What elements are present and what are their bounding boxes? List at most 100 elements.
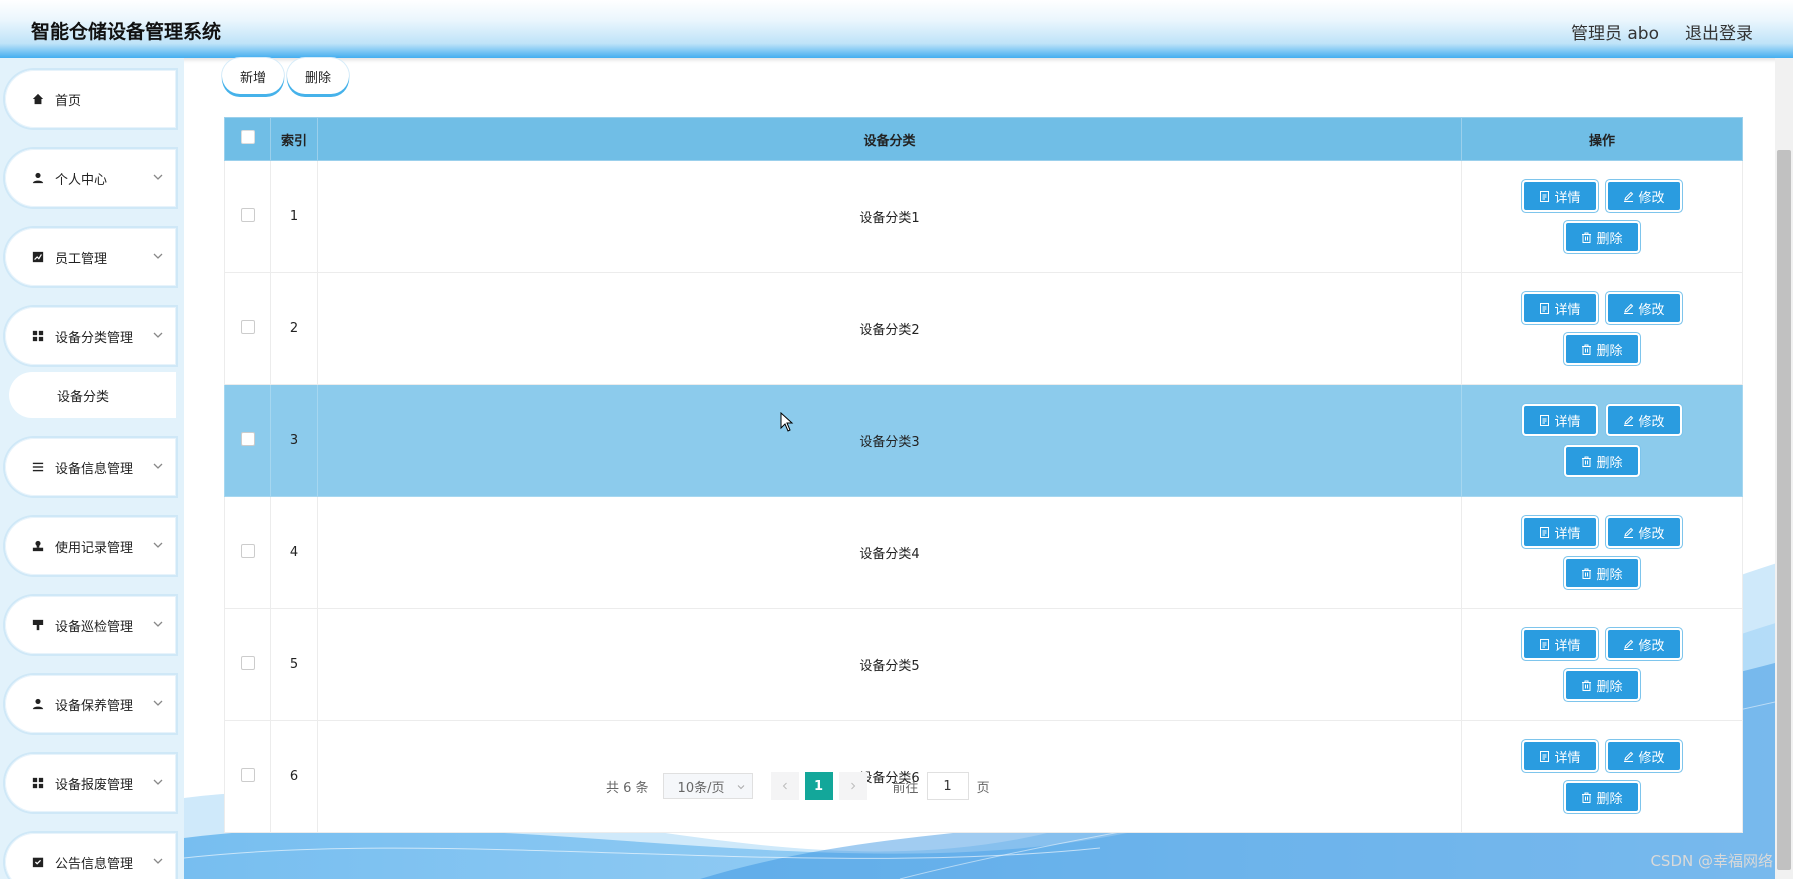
grid-icon: [31, 776, 45, 790]
chevron-down-icon: [153, 858, 163, 864]
mouse-cursor-icon: [780, 412, 794, 432]
delete-button[interactable]: 删除: [1566, 447, 1638, 475]
sidebar-item-category-mgmt[interactable]: 设备分类管理: [5, 307, 176, 365]
edit-button[interactable]: 修改: [1608, 742, 1680, 770]
detail-label: 详情: [1554, 526, 1581, 542]
chevron-down-icon: [153, 332, 163, 338]
logout-link[interactable]: 退出登录: [1685, 19, 1753, 44]
edit-button[interactable]: 修改: [1608, 406, 1680, 434]
edit-label: 修改: [1638, 638, 1665, 654]
table-row[interactable]: 3 设备分类3 详情 修改 删除: [224, 384, 1743, 497]
edit-button[interactable]: 修改: [1608, 630, 1680, 658]
sidebar-subitem-label: 设备分类: [57, 389, 110, 405]
trash-icon: [1582, 568, 1592, 579]
detail-button[interactable]: 详情: [1524, 294, 1596, 322]
pagination-total: 共 6 条: [606, 780, 649, 796]
document-icon: [1540, 526, 1550, 538]
delete-label: 删除: [1596, 231, 1623, 247]
detail-button[interactable]: 详情: [1524, 742, 1596, 770]
chevron-down-icon: [153, 463, 163, 469]
sidebar-item-label: 设备信息管理: [55, 461, 134, 477]
sidebar-item-personal-center[interactable]: 个人中心: [5, 149, 176, 207]
detail-button[interactable]: 详情: [1524, 182, 1596, 210]
trash-icon: [1582, 456, 1592, 467]
trash-icon: [1582, 344, 1592, 355]
select-all-cell: [224, 117, 271, 161]
sidebar-item-usage-records[interactable]: 使用记录管理: [5, 517, 176, 575]
chevron-left-icon: [782, 782, 787, 790]
row-category: 设备分类1: [317, 160, 1462, 273]
sidebar-item-label: 首页: [55, 93, 82, 109]
edit-button[interactable]: 修改: [1608, 518, 1680, 546]
edit-label: 修改: [1638, 750, 1665, 766]
sidebar-item-maintenance[interactable]: 设备保养管理: [5, 675, 176, 733]
detail-button[interactable]: 详情: [1524, 630, 1596, 658]
batch-delete-button[interactable]: 删除: [287, 58, 349, 94]
category-table: 索引 设备分类 操作 1 设备分类1 详情 修改 删除 2 设备分类2 详情 修…: [224, 117, 1743, 833]
home-icon: [31, 92, 45, 106]
sidebar-item-scrap[interactable]: 设备报废管理: [5, 754, 176, 812]
page-number-button[interactable]: 1: [804, 772, 833, 800]
document-icon: [1540, 414, 1550, 426]
sidebar-item-inspection[interactable]: 设备巡检管理: [5, 596, 176, 654]
sidebar: 首页 个人中心 员工管理 设备分类管理 设备分类 设备信息管理 使用记录管理 设…: [0, 58, 184, 879]
sidebar-item-device-info[interactable]: 设备信息管理: [5, 438, 176, 496]
current-user: 管理员 abo: [1570, 24, 1659, 44]
table-row[interactable]: 5 设备分类5 详情 修改 删除: [224, 608, 1743, 721]
sidebar-item-label: 设备分类管理: [55, 330, 134, 346]
goto-suffix: 页: [976, 780, 990, 796]
sidebar-item-notice[interactable]: 公告信息管理: [5, 833, 176, 879]
row-checkbox[interactable]: [240, 767, 255, 782]
detail-button[interactable]: 详情: [1524, 518, 1596, 546]
row-checkbox[interactable]: [240, 319, 255, 334]
detail-button[interactable]: 详情: [1524, 406, 1596, 434]
row-checkbox[interactable]: [240, 207, 255, 222]
scrollbar-thumb[interactable]: [1777, 150, 1791, 870]
add-button[interactable]: 新增: [222, 58, 284, 94]
edit-button[interactable]: 修改: [1608, 182, 1680, 210]
row-index: 2: [270, 272, 318, 385]
stamp-icon: [31, 539, 45, 553]
sidebar-item-label: 员工管理: [55, 251, 108, 267]
chart-icon: [31, 250, 45, 264]
table-row[interactable]: 2 设备分类2 详情 修改 删除: [224, 272, 1743, 385]
page-size-select[interactable]: 10条/页: [662, 773, 753, 799]
chevron-down-icon: [153, 779, 163, 785]
delete-label: 删除: [1596, 791, 1623, 807]
edit-label: 修改: [1638, 302, 1665, 318]
sidebar-subitem-category[interactable]: 设备分类: [9, 372, 176, 418]
trash-icon: [1582, 680, 1592, 691]
prev-page-button[interactable]: [770, 772, 799, 800]
grid-icon: [31, 329, 45, 343]
edit-button[interactable]: 修改: [1608, 294, 1680, 322]
row-category: 设备分类2: [317, 272, 1462, 385]
goto-page-input[interactable]: 1: [926, 772, 969, 800]
edit-icon: [1624, 639, 1634, 650]
chevron-down-icon: [153, 542, 163, 548]
select-all-checkbox[interactable]: [240, 130, 255, 144]
row-category: 设备分类5: [317, 608, 1462, 721]
header-category: 设备分类: [317, 117, 1462, 161]
delete-label: 删除: [1596, 455, 1623, 471]
delete-button[interactable]: 删除: [1566, 783, 1638, 811]
row-checkbox[interactable]: [240, 431, 255, 446]
header-user-area: 管理员 abo 退出登录: [1571, 19, 1753, 44]
brush-icon: [31, 618, 45, 632]
sidebar-item-employee[interactable]: 员工管理: [5, 228, 176, 286]
row-checkbox[interactable]: [240, 543, 255, 558]
row-actions: 详情 修改 删除: [1461, 720, 1743, 833]
trash-icon: [1582, 792, 1592, 803]
sidebar-item-home[interactable]: 首页: [5, 70, 176, 128]
table-row[interactable]: 1 设备分类1 详情 修改 删除: [224, 160, 1743, 273]
header-actions: 操作: [1461, 117, 1743, 161]
next-page-button[interactable]: [838, 772, 867, 800]
delete-button[interactable]: 删除: [1566, 559, 1638, 587]
table-row[interactable]: 4 设备分类4 详情 修改 删除: [224, 496, 1743, 609]
trash-icon: [1582, 232, 1592, 243]
row-checkbox[interactable]: [240, 655, 255, 670]
delete-button[interactable]: 删除: [1566, 223, 1638, 251]
delete-button[interactable]: 删除: [1566, 671, 1638, 699]
delete-button[interactable]: 删除: [1566, 335, 1638, 363]
main-content: 新增 删除 索引 设备分类 操作 1 设备分类1 详情 修改 删除 2 设备分类…: [184, 58, 1793, 879]
sidebar-item-label: 设备保养管理: [55, 698, 134, 714]
